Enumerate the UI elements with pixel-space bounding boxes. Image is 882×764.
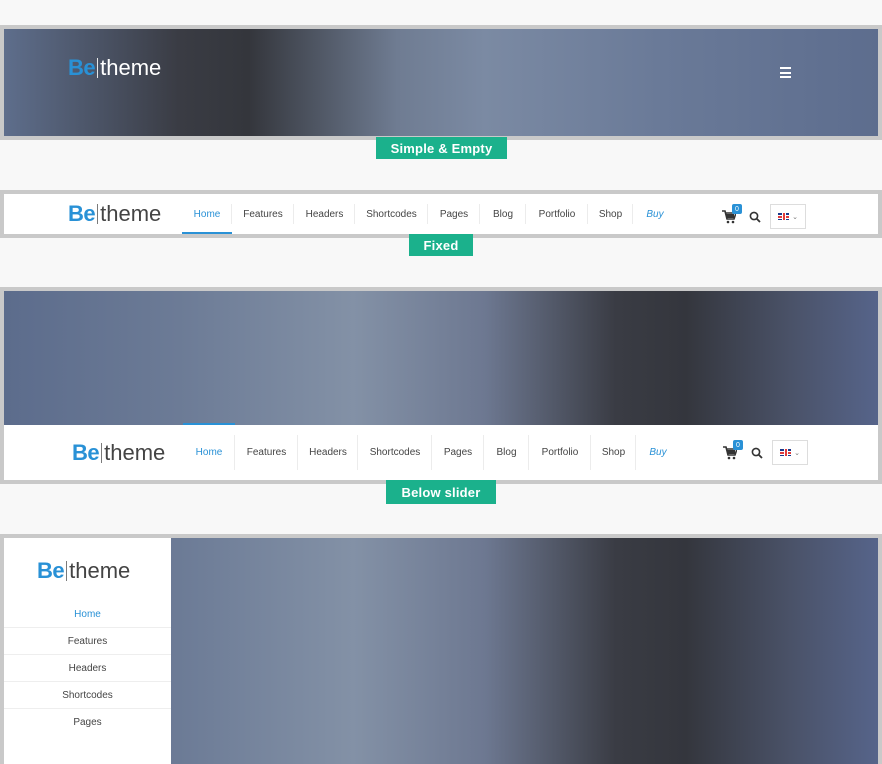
main-menu: Home Features Headers Shortcodes Pages B…: [182, 194, 677, 234]
menu-item-pages[interactable]: Pages: [432, 425, 484, 480]
logo-be: Be: [68, 55, 96, 80]
side-menu-item-shortcodes[interactable]: Shortcodes: [4, 682, 171, 709]
menu-item-buy[interactable]: Buy: [633, 194, 677, 234]
logo[interactable]: Be theme: [72, 440, 165, 466]
menu-item-headers[interactable]: Headers: [294, 194, 355, 234]
search-icon[interactable]: [749, 210, 761, 223]
menu-icon[interactable]: [780, 67, 791, 78]
menu-item-features[interactable]: Features: [235, 425, 298, 480]
language-switcher[interactable]: ⌄: [772, 440, 808, 465]
menu-item-shortcodes[interactable]: Shortcodes: [355, 194, 428, 234]
menu-item-home[interactable]: Home: [182, 194, 232, 234]
menu-item-blog[interactable]: Blog: [480, 194, 526, 234]
logo-theme: theme: [100, 55, 162, 80]
cart-badge: 0: [732, 204, 742, 214]
side-menu-item-home[interactable]: Home: [4, 601, 171, 628]
menu-item-shop[interactable]: Shop: [591, 425, 636, 480]
header-bar: Be theme Home Features Headers Shortcode…: [4, 423, 878, 480]
menu-item-pages[interactable]: Pages: [428, 194, 480, 234]
preview-simple-empty: Be theme: [0, 25, 882, 140]
label-below-slider: Below slider: [386, 480, 496, 504]
cart-badge: 0: [733, 440, 743, 450]
cart-icon[interactable]: 0: [723, 440, 743, 460]
active-underline: [183, 423, 235, 425]
menu-item-headers[interactable]: Headers: [298, 425, 358, 480]
label-simple-empty: Simple & Empty: [376, 137, 507, 159]
preview-below-slider: Be theme Home Features Headers Shortcode…: [0, 287, 882, 484]
language-switcher[interactable]: ⌄: [770, 204, 806, 229]
preview-side-header: Be theme Home Features Headers Shortcode…: [0, 534, 882, 764]
side-menu-item-features[interactable]: Features: [4, 628, 171, 655]
main-menu: Home Features Headers Shortcodes Pages B…: [183, 425, 680, 480]
active-underline: [182, 232, 232, 234]
side-menu-item-pages[interactable]: Pages: [4, 709, 171, 736]
side-header: Be theme Home Features Headers Shortcode…: [4, 538, 171, 764]
menu-item-buy[interactable]: Buy: [636, 425, 680, 480]
logo[interactable]: Be theme: [68, 55, 161, 81]
uk-flag-icon: [780, 449, 792, 456]
chevron-down-icon: ⌄: [794, 449, 800, 457]
menu-item-blog[interactable]: Blog: [484, 425, 529, 480]
label-fixed: Fixed: [409, 234, 473, 256]
side-menu-item-headers[interactable]: Headers: [4, 655, 171, 682]
menu-item-home[interactable]: Home: [183, 425, 235, 480]
menu-item-shortcodes[interactable]: Shortcodes: [358, 425, 432, 480]
menu-item-features[interactable]: Features: [232, 194, 294, 234]
chevron-down-icon: ⌄: [792, 213, 798, 221]
menu-item-portfolio[interactable]: Portfolio: [529, 425, 591, 480]
cart-icon[interactable]: 0: [722, 204, 742, 224]
logo[interactable]: Be theme: [68, 201, 161, 227]
menu-item-shop[interactable]: Shop: [588, 194, 633, 234]
search-icon[interactable]: [751, 446, 763, 459]
uk-flag-icon: [778, 213, 790, 220]
preview-fixed: Be theme Home Features Headers Shortcode…: [0, 190, 882, 238]
menu-item-portfolio[interactable]: Portfolio: [526, 194, 588, 234]
logo[interactable]: Be theme: [37, 558, 130, 584]
